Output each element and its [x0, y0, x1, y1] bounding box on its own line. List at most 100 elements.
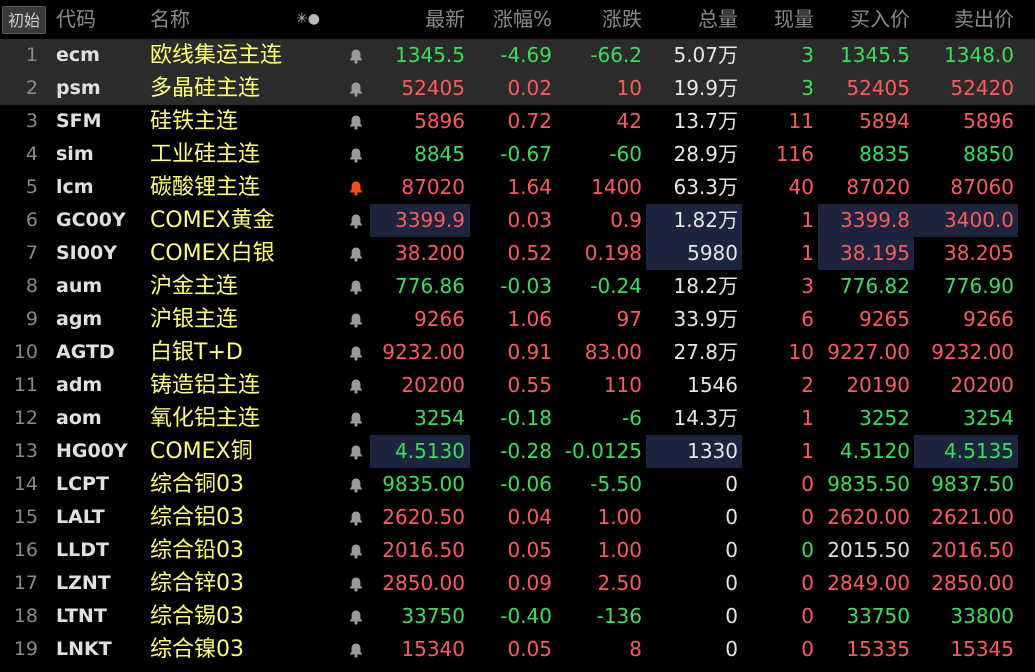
- alert-bell-icon[interactable]: [347, 567, 365, 600]
- header-volume[interactable]: 总量: [645, 0, 738, 39]
- table-row[interactable]: 5 lcm 碳酸锂主连 87020 1.64 1400 63.3万 40 87020 87060: [0, 171, 1035, 204]
- alert-bell-icon[interactable]: [347, 534, 365, 567]
- current-volume: 3: [801, 274, 814, 298]
- symbol-name: 综合镍03: [150, 637, 244, 662]
- table-row[interactable]: 1 ecm 欧线集运主连 1345.5 -4.69 -66.2 5.07万 3 1345.5 13…: [0, 39, 1035, 72]
- header-settings-icon[interactable]: ✳●: [296, 0, 320, 39]
- change-percent: 0.52: [507, 241, 552, 265]
- table-row[interactable]: 7 SI00Y COMEX白银 38.200 0.52 0.198 5980 1 38.195 3…: [0, 237, 1035, 270]
- alert-bell-icon[interactable]: [347, 336, 365, 369]
- header-last[interactable]: 最新: [380, 0, 465, 39]
- row-index: 11: [13, 374, 38, 396]
- alert-bell-icon[interactable]: [347, 369, 365, 402]
- current-volume: 1: [801, 241, 814, 265]
- table-row[interactable]: 4 sim 工业硅主连 8845 -0.67 -60 28.9万 116 8835 8850: [0, 138, 1035, 171]
- table-row[interactable]: 9 agm 沪银主连 9266 1.06 97 33.9万 6 9265 9266: [0, 303, 1035, 336]
- symbol-code: LZNT: [56, 572, 111, 594]
- alert-bell-icon[interactable]: [347, 138, 365, 171]
- row-index: 17: [13, 572, 38, 594]
- volume-unit: 万: [718, 76, 738, 100]
- volume-value: 1.82: [673, 208, 718, 232]
- ask-price: 20200: [950, 373, 1014, 397]
- alert-bell-icon[interactable]: [347, 633, 365, 666]
- symbol-name: 综合铅03: [150, 538, 244, 563]
- total-volume: 28.9万: [648, 138, 738, 171]
- table-row[interactable]: 14 LCPT 综合铜03 9835.00 -0.06 -5.50 0 0 9835.50 983…: [0, 468, 1035, 501]
- volume-value: 19.9: [673, 76, 718, 100]
- alert-bell-icon[interactable]: [347, 270, 365, 303]
- bid-price: 776.82: [840, 274, 910, 298]
- table-row[interactable]: 2 psm 多晶硅主连 52405 0.02 10 19.9万 3 52405 52420: [0, 72, 1035, 105]
- alert-bell-icon[interactable]: [347, 435, 365, 468]
- row-index: 18: [13, 605, 38, 627]
- alert-bell-icon[interactable]: [347, 204, 365, 237]
- alert-bell-icon[interactable]: [347, 171, 365, 204]
- header-name[interactable]: 名称: [150, 0, 190, 39]
- volume-value: 0: [725, 637, 738, 661]
- ask-price: 2016.50: [931, 538, 1014, 562]
- alert-bell-icon[interactable]: [347, 501, 365, 534]
- last-price: 9232.00: [382, 340, 465, 364]
- symbol-name: 白银T+D: [150, 340, 243, 365]
- bid-price: 3252: [859, 406, 910, 430]
- symbol-code: agm: [56, 308, 103, 330]
- last-price: 15340: [401, 637, 465, 661]
- current-volume: 116: [775, 142, 814, 166]
- table-row[interactable]: 19 LNKT 综合镍03 15340 0.05 8 0 0 15335 15345: [0, 633, 1035, 666]
- alert-bell-icon[interactable]: [347, 72, 365, 105]
- bid-price: 2620.00: [827, 505, 910, 529]
- row-index: 5: [25, 176, 38, 198]
- ask-price: 9266: [963, 307, 1014, 331]
- volume-unit: 万: [718, 307, 738, 331]
- change-amount: -0.0125: [564, 439, 642, 463]
- bid-price: 9265: [859, 307, 910, 331]
- symbol-name: 碳酸锂主连: [150, 175, 261, 200]
- total-volume: 0: [648, 633, 738, 666]
- header-change[interactable]: 涨跌: [556, 0, 642, 39]
- current-volume: 40: [788, 175, 814, 199]
- header-code[interactable]: 代码: [56, 0, 96, 39]
- table-row[interactable]: 8 aum 沪金主连 776.86 -0.03 -0.24 18.2万 3 776.82 776.…: [0, 270, 1035, 303]
- alert-bell-icon[interactable]: [347, 105, 365, 138]
- symbol-name: 工业硅主连: [150, 142, 261, 167]
- change-percent: 1.06: [507, 307, 552, 331]
- header-pct[interactable]: 涨幅%: [470, 0, 552, 39]
- header-bid[interactable]: 买入价: [820, 0, 910, 39]
- table-row[interactable]: 15 LALT 综合铝03 2620.50 0.04 1.00 0 0 2620.00 2621.…: [0, 501, 1035, 534]
- current-volume: 1: [801, 208, 814, 232]
- alert-bell-icon[interactable]: [347, 303, 365, 336]
- table-row[interactable]: 16 LLDT 综合铅03 2016.50 0.05 1.00 0 0 2015.50 2016.…: [0, 534, 1035, 567]
- table-row[interactable]: 12 aom 氧化铝主连 3254 -0.18 -6 14.3万 1 3252 3254: [0, 402, 1035, 435]
- header-current-volume[interactable]: 现量: [745, 0, 814, 39]
- table-row[interactable]: 17 LZNT 综合锌03 2850.00 0.09 2.50 0 0 2849.00 2850.…: [0, 567, 1035, 600]
- symbol-code: GC00Y: [56, 209, 126, 231]
- symbol-name: 综合铜03: [150, 472, 244, 497]
- table-row[interactable]: 18 LTNT 综合锡03 33750 -0.40 -136 0 0 33750 33800: [0, 600, 1035, 633]
- table-row[interactable]: 11 adm 铸造铝主连 20200 0.55 110 1546 2 20190 20200: [0, 369, 1035, 402]
- alert-bell-icon[interactable]: [347, 600, 365, 633]
- change-percent: -0.03: [500, 274, 552, 298]
- table-row[interactable]: 13 HG00Y COMEX铜 4.5130 -0.28 -0.0125 1330 1 4.51…: [0, 435, 1035, 468]
- alert-bell-icon[interactable]: [347, 468, 365, 501]
- volume-value: 5.07: [673, 43, 718, 67]
- ask-price: 3254: [963, 406, 1014, 430]
- header-ask[interactable]: 卖出价: [913, 0, 1014, 39]
- current-volume: 6: [801, 307, 814, 331]
- table-row[interactable]: 10 AGTD 白银T+D 9232.00 0.91 83.00 27.8万 10 9227.0…: [0, 336, 1035, 369]
- last-price: 5896: [414, 109, 465, 133]
- init-button[interactable]: 初始: [2, 6, 46, 34]
- alert-bell-icon[interactable]: [347, 402, 365, 435]
- total-volume: 0: [648, 567, 738, 600]
- current-volume: 0: [801, 604, 814, 628]
- change-percent: 1.64: [507, 175, 552, 199]
- alert-bell-icon[interactable]: [347, 39, 365, 72]
- bid-price: 8835: [859, 142, 910, 166]
- table-row[interactable]: 3 SFM 硅铁主连 5896 0.72 42 13.7万 11 5894 5896: [0, 105, 1035, 138]
- alert-bell-icon[interactable]: [347, 237, 365, 270]
- current-volume: 10: [788, 340, 814, 364]
- last-price: 9266: [414, 307, 465, 331]
- current-volume: 1: [801, 406, 814, 430]
- row-index: 13: [13, 440, 38, 462]
- change-amount: -6: [622, 406, 642, 430]
- table-row[interactable]: 6 GC00Y COMEX黄金 3399.9 0.03 0.9 1.82万 1 3399.8 34…: [0, 204, 1035, 237]
